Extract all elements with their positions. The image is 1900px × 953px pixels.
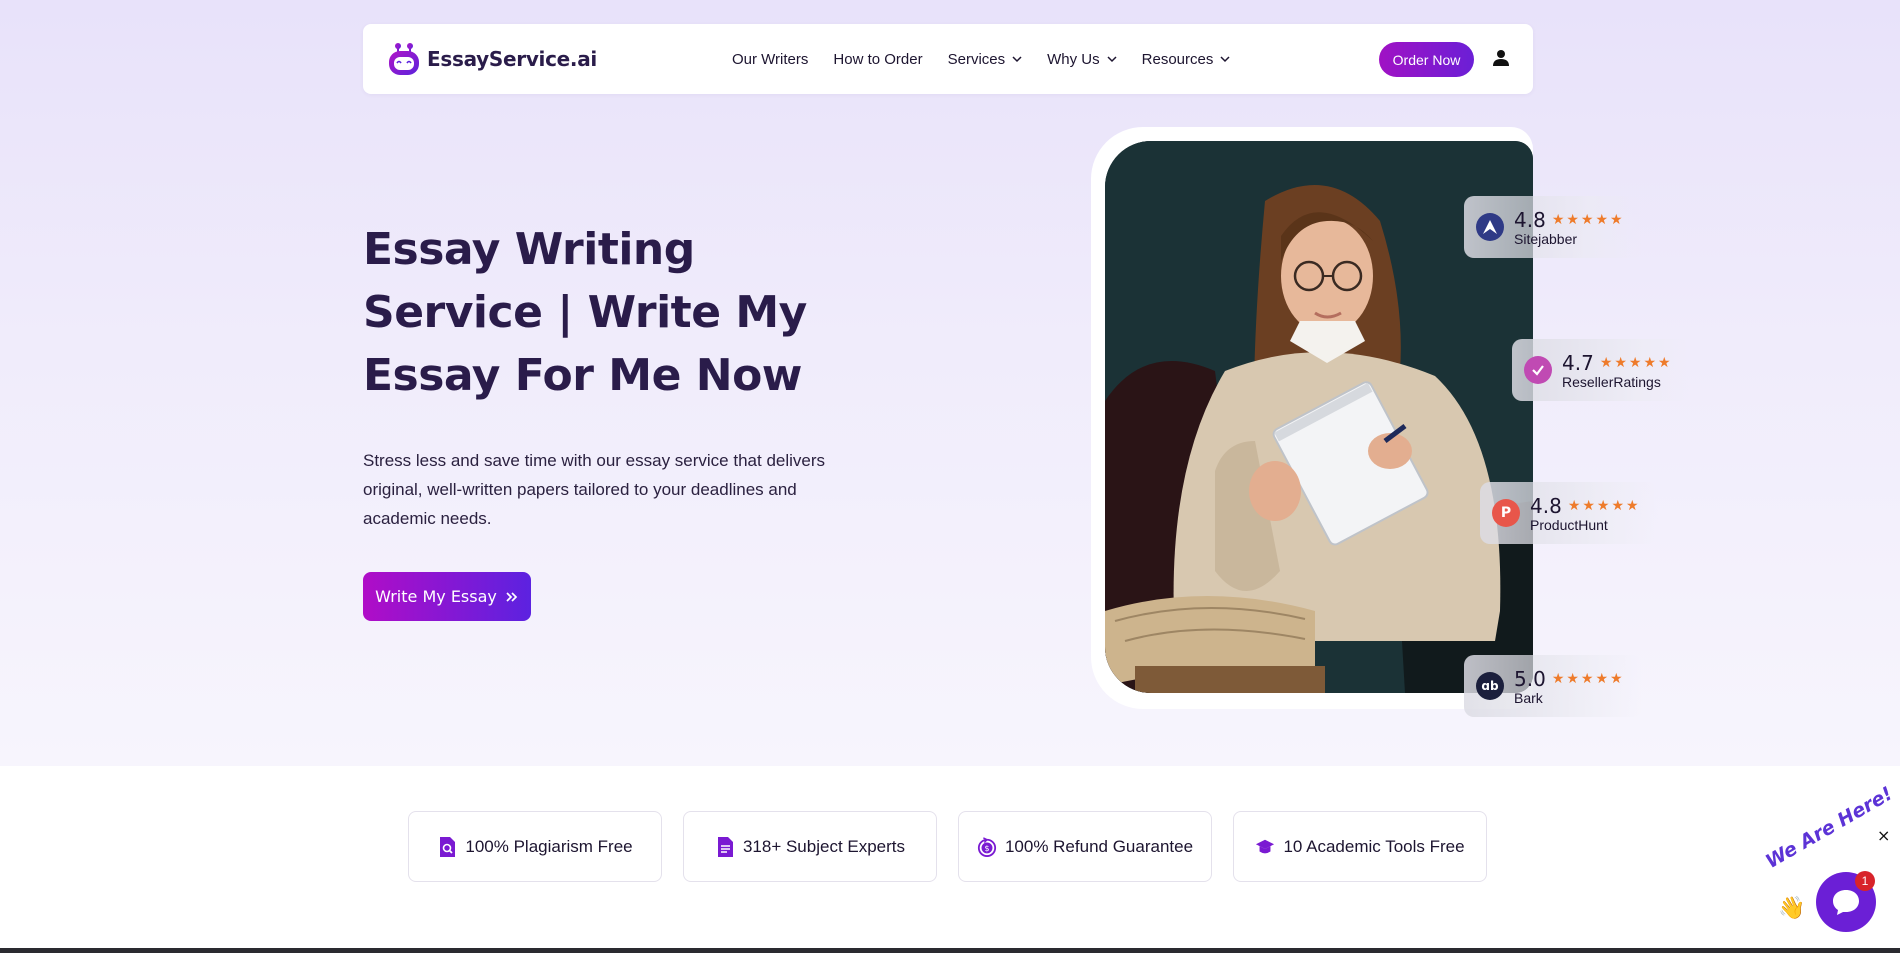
rating-stars: ★★★★★ [1599,354,1673,371]
rating-badge-sitejabber: 4.8 ★★★★★ Sitejabber [1464,196,1642,258]
sitejabber-icon [1476,213,1504,241]
chat-notification-badge: 1 [1855,871,1875,891]
nav-services[interactable]: Services [948,51,1023,68]
hero-title: Essay Writing Service | Write My Essay F… [363,224,807,401]
bark-icon: ɑb [1476,672,1504,700]
feature-label: 10 Academic Tools Free [1283,836,1465,856]
feature-card: 10 Academic Tools Free [1233,811,1487,882]
feature-card: 318+ Subject Experts [683,811,937,882]
plagiarism-check-icon [440,836,456,857]
nav-resources[interactable]: Resources [1142,51,1231,68]
user-account-icon[interactable] [1491,48,1511,68]
chat-close-button[interactable]: × [1877,826,1890,845]
refund-icon: $ [977,836,997,857]
rating-badge-bark: ɑb 5.0 ★★★★★ Bark [1464,655,1642,717]
resellerratings-icon [1524,356,1552,384]
nav-link-label: Our Writers [732,50,809,68]
nav-link-label: Services [947,50,1006,68]
feature-label: 100% Refund Guarantee [1004,836,1194,856]
logo-text: EssayService.ai [427,47,597,71]
rating-source: Bark [1514,689,1543,706]
cta-label: Write My Essay [375,587,497,606]
chevron-down-icon [1220,56,1230,63]
page-bottom-divider [0,948,1900,953]
logo[interactable]: EssayService.ai [385,41,597,77]
graduation-cap-icon [1256,839,1275,853]
nav-link-label: Resources [1141,50,1214,68]
nav-our-writers[interactable]: Our Writers [732,51,808,68]
producthunt-icon: P [1492,499,1520,527]
hero-description: Stress less and save time with our essay… [363,451,826,528]
chat-bubble-icon [1833,890,1859,915]
rating-stars: ★★★★★ [1567,497,1641,514]
rating-badge-producthunt: P 4.8 ★★★★★ ProductHunt [1480,482,1658,544]
rating-score: 4.8 [1530,493,1562,518]
chevron-down-icon [1107,56,1117,63]
rating-score: 5.0 [1514,666,1546,691]
feature-card: 100% Plagiarism Free [408,811,662,882]
feature-label: 100% Plagiarism Free [465,836,633,856]
rating-stars: ★★★★★ [1551,670,1625,687]
nav-link-label: How to Order [833,50,923,68]
order-now-button[interactable]: Order Now [1379,42,1474,77]
document-icon [717,836,733,857]
nav-links: Our Writers How to Order Services Why Us… [732,24,1255,94]
navigation-bar: EssayService.ai Our Writers How to Order… [363,24,1533,94]
features-row: 100% Plagiarism Free 318+ Subject Expert… [408,811,1488,882]
rating-score: 4.8 [1514,207,1546,232]
svg-text:$: $ [984,843,989,853]
rating-source: Sitejabber [1514,230,1578,247]
rating-badge-resellerratings: 4.7 ★★★★★ ResellerRatings [1512,339,1690,401]
double-chevron-right-icon [506,591,518,602]
waving-hand-icon: 👋 [1778,896,1806,921]
rating-score: 4.7 [1562,350,1594,375]
robot-logo-icon [385,41,423,77]
nav-why-us[interactable]: Why Us [1047,51,1117,68]
feature-card: $ 100% Refund Guarantee [958,811,1212,882]
rating-source: ResellerRatings [1562,373,1661,390]
nav-link-label: Why Us [1047,50,1100,68]
write-my-essay-button[interactable]: Write My Essay [363,572,531,621]
feature-label: 318+ Subject Experts [742,836,906,856]
chevron-down-icon [1012,56,1022,63]
nav-how-to-order[interactable]: How to Order [833,51,922,68]
rating-stars: ★★★★★ [1551,211,1625,228]
rating-source: ProductHunt [1530,516,1608,533]
